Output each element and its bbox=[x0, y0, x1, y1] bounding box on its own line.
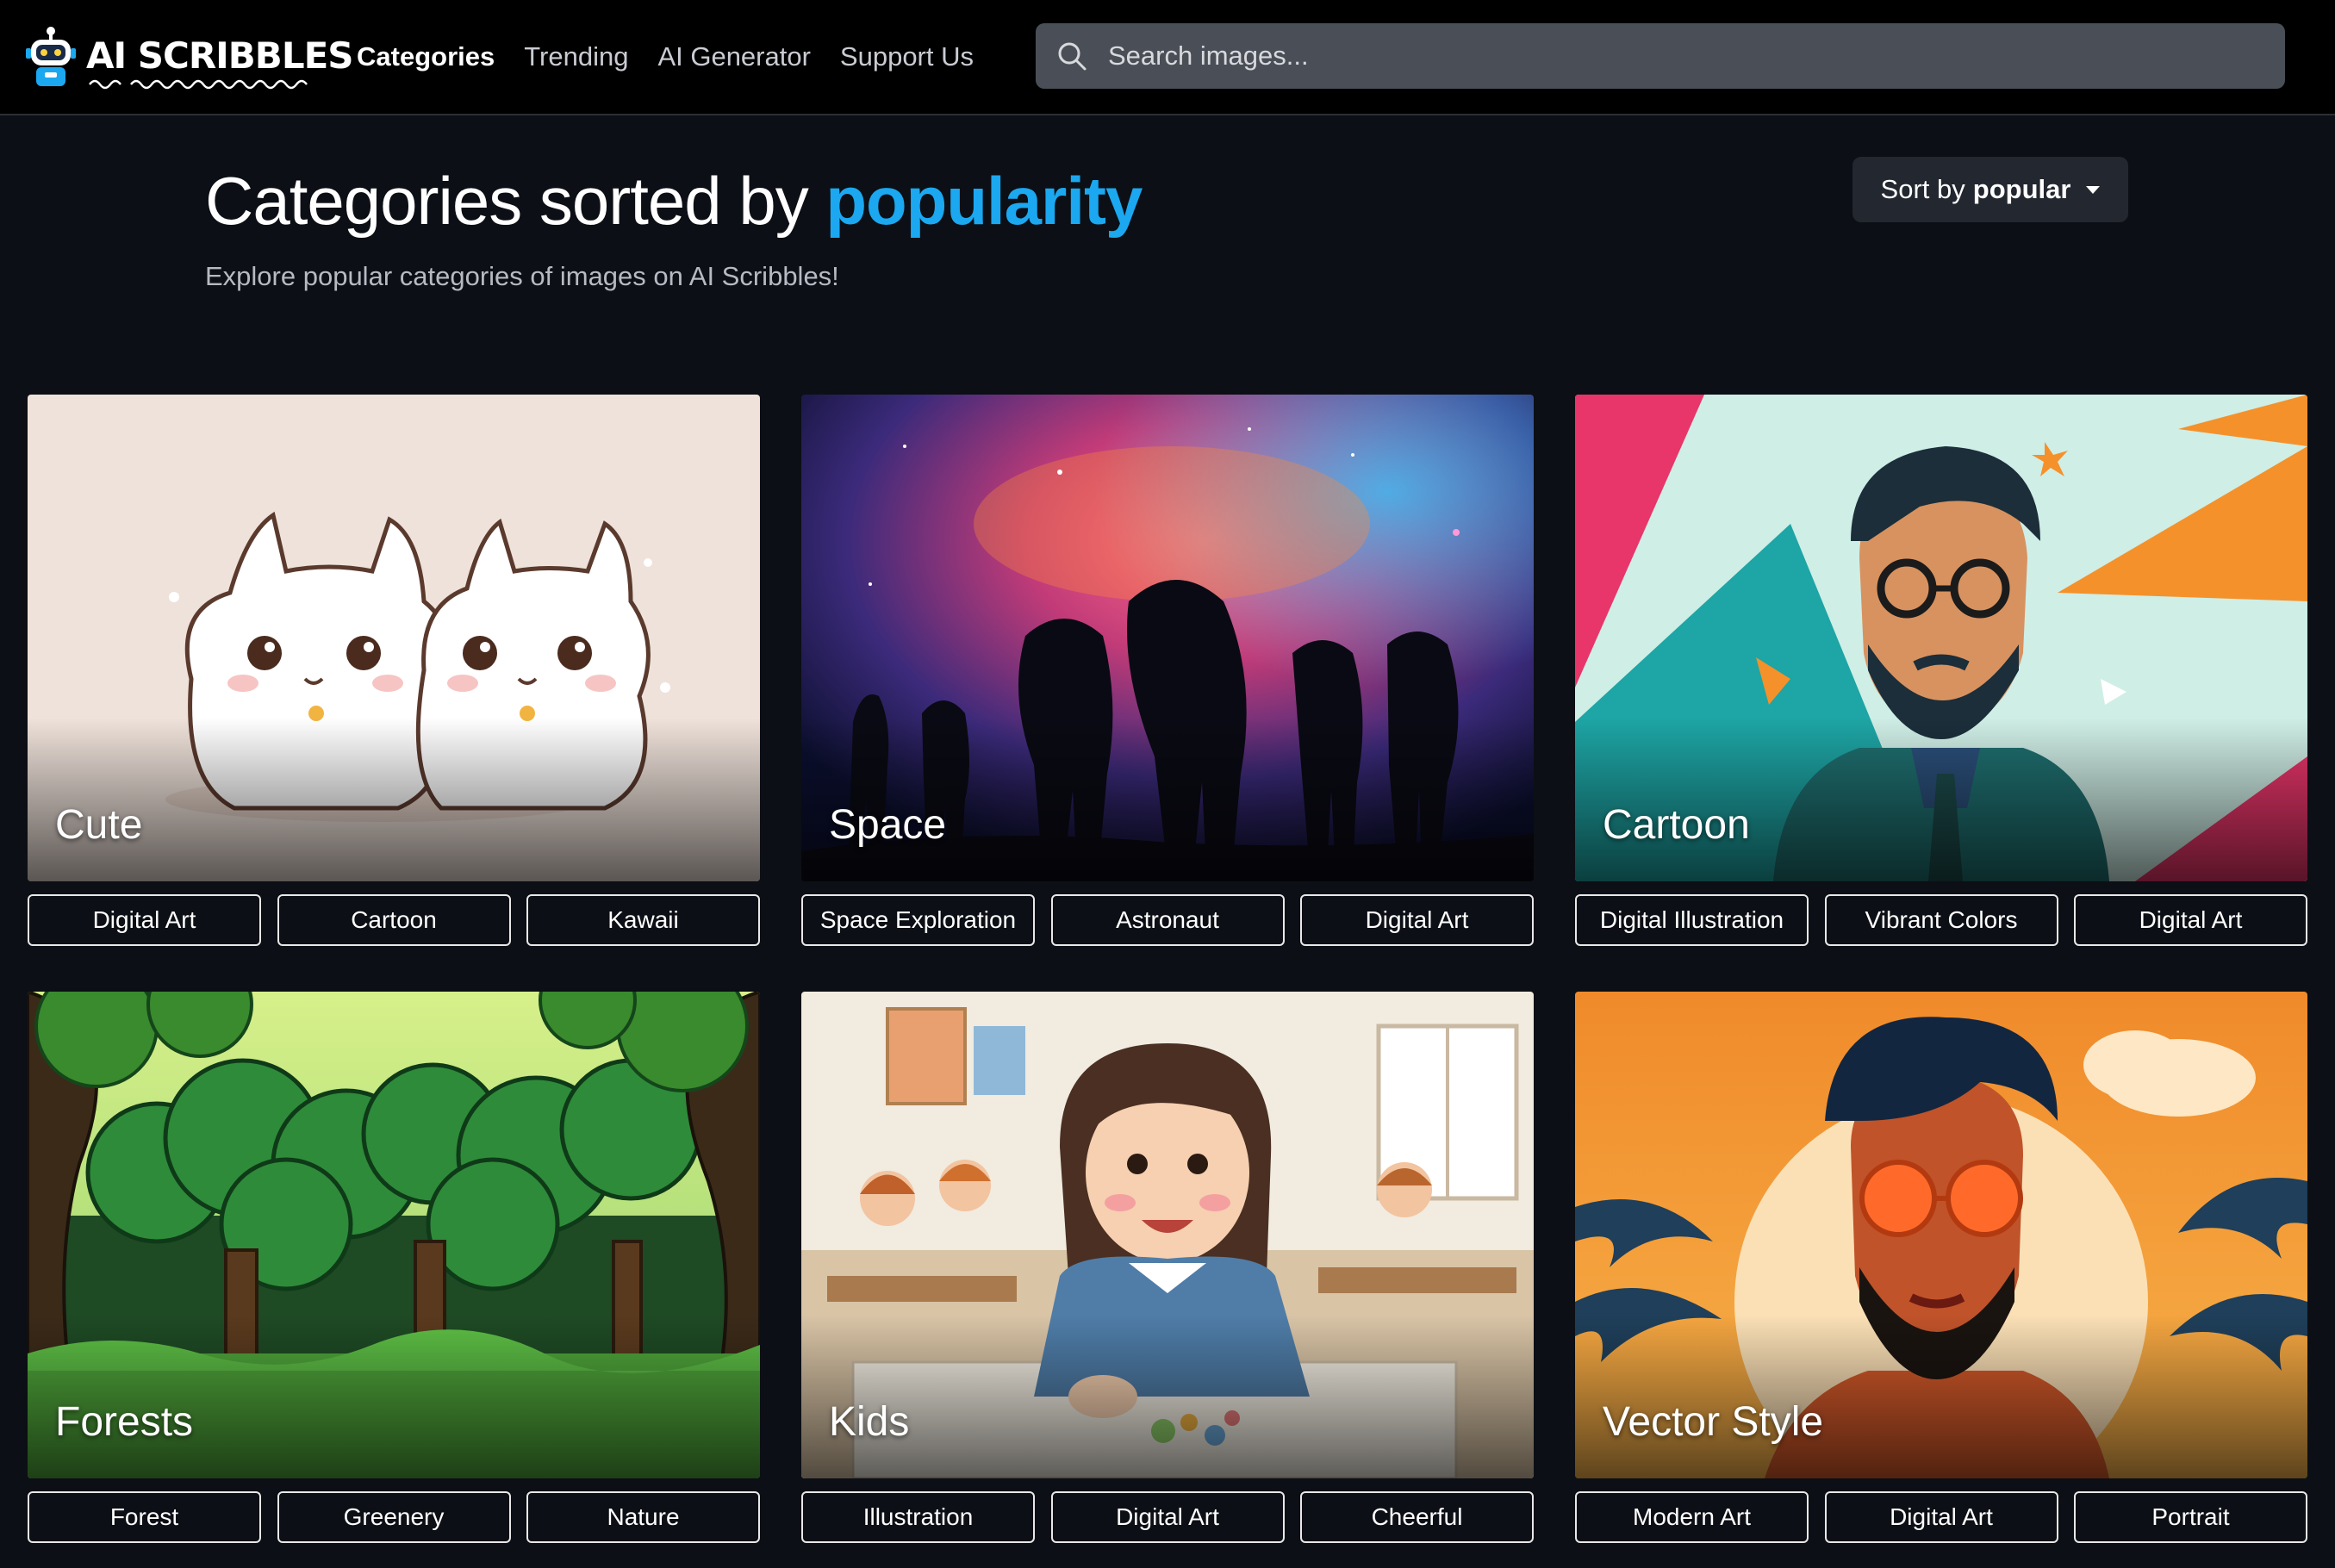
tag-button[interactable]: Greenery bbox=[277, 1491, 511, 1543]
search-input[interactable] bbox=[1106, 29, 2285, 83]
tag-button[interactable]: Digital Art bbox=[1824, 1491, 2058, 1543]
category-thumbnail[interactable]: Kids bbox=[801, 992, 1534, 1478]
tag-button[interactable]: Forest bbox=[28, 1491, 261, 1543]
category-thumbnail[interactable]: Space bbox=[801, 395, 1534, 881]
sort-prefix: Sort by bbox=[1880, 174, 1965, 204]
thumbnail-shade bbox=[801, 718, 1534, 881]
page-title-prefix: Categories sorted by bbox=[205, 163, 809, 239]
category-title: Space bbox=[829, 802, 947, 848]
search-bar[interactable] bbox=[1036, 23, 2285, 89]
tag-button[interactable]: Nature bbox=[526, 1491, 760, 1543]
category-tags: Digital Illustration Vibrant Colors Digi… bbox=[1575, 894, 2307, 949]
category-card[interactable]: Cute Digital Art Cartoon Kawaii bbox=[28, 395, 760, 950]
category-title: Cartoon bbox=[1603, 802, 1750, 848]
category-tags: Digital Art Cartoon Kawaii bbox=[28, 894, 760, 949]
page-title-accent: popularity bbox=[825, 163, 1143, 239]
tag-button[interactable]: Kawaii bbox=[526, 894, 760, 946]
tag-button[interactable]: Space Exploration bbox=[801, 894, 1035, 946]
sort-value: popular bbox=[1972, 174, 2071, 204]
nav-categories[interactable]: Categories bbox=[357, 41, 495, 72]
category-card[interactable]: Forests Forest Greenery Nature bbox=[28, 992, 760, 1547]
main-nav: Categories Trending AI Generator Support… bbox=[357, 0, 1003, 114]
category-tags: Forest Greenery Nature bbox=[28, 1491, 760, 1546]
scribble-underline-icon bbox=[89, 79, 308, 90]
tag-button[interactable]: Portrait bbox=[2074, 1491, 2307, 1543]
category-card[interactable]: Cartoon Digital Illustration Vibrant Col… bbox=[1575, 395, 2307, 950]
sort-dropdown-button[interactable]: Sort by popular bbox=[1852, 157, 2128, 222]
search-icon bbox=[1058, 42, 1087, 71]
tag-button[interactable]: Digital Art bbox=[1300, 894, 1534, 946]
category-card[interactable]: Vector Style Modern Art Digital Art Port… bbox=[1575, 992, 2307, 1547]
category-thumbnail[interactable]: Vector Style bbox=[1575, 992, 2307, 1478]
category-card[interactable]: Space Space Exploration Astronaut Digita… bbox=[801, 395, 1534, 950]
tag-button[interactable]: Modern Art bbox=[1575, 1491, 1809, 1543]
category-thumbnail[interactable]: Cute bbox=[28, 395, 760, 881]
tag-button[interactable]: Cheerful bbox=[1300, 1491, 1534, 1543]
page-title: Categories sorted by popularity bbox=[205, 162, 1143, 240]
brand-name: AI SCRIBBLES bbox=[86, 34, 354, 77]
tag-button[interactable]: Vibrant Colors bbox=[1824, 894, 2058, 946]
thumbnail-shade bbox=[28, 1315, 760, 1478]
category-title: Vector Style bbox=[1603, 1399, 1824, 1445]
thumbnail-shade bbox=[801, 1315, 1534, 1478]
category-tags: Modern Art Digital Art Portrait bbox=[1575, 1491, 2307, 1546]
nav-ai-generator[interactable]: AI Generator bbox=[657, 41, 810, 72]
tag-button[interactable]: Digital Art bbox=[2074, 894, 2307, 946]
top-navbar: AI SCRIBBLES Categories Trending AI Gene… bbox=[0, 0, 2335, 115]
tag-button[interactable]: Digital Art bbox=[1050, 1491, 1285, 1543]
category-tags: Illustration Digital Art Cheerful bbox=[801, 1491, 1534, 1546]
tag-button[interactable]: Digital Art bbox=[28, 894, 261, 946]
page-subtitle: Explore popular categories of images on … bbox=[205, 261, 839, 291]
category-title: Forests bbox=[55, 1399, 194, 1445]
thumbnail-shade bbox=[28, 718, 760, 881]
tag-button[interactable]: Cartoon bbox=[277, 894, 511, 946]
tag-button[interactable]: Digital Illustration bbox=[1575, 894, 1809, 946]
tag-button[interactable]: Astronaut bbox=[1050, 894, 1285, 946]
category-thumbnail[interactable]: Forests bbox=[28, 992, 760, 1478]
category-title: Cute bbox=[55, 802, 143, 848]
category-tags: Space Exploration Astronaut Digital Art bbox=[801, 894, 1534, 949]
thumbnail-shade bbox=[1575, 718, 2307, 881]
thumbnail-shade bbox=[1575, 1315, 2307, 1478]
category-card[interactable]: Kids Illustration Digital Art Cheerful bbox=[801, 992, 1534, 1547]
brand-logo[interactable]: AI SCRIBBLES bbox=[26, 24, 354, 90]
category-title: Kids bbox=[829, 1399, 910, 1445]
robot-logo-icon bbox=[26, 27, 76, 86]
nav-support-us[interactable]: Support Us bbox=[840, 41, 974, 72]
tag-button[interactable]: Illustration bbox=[801, 1491, 1035, 1543]
category-thumbnail[interactable]: Cartoon bbox=[1575, 395, 2307, 881]
chevron-down-icon bbox=[2086, 185, 2101, 194]
nav-trending[interactable]: Trending bbox=[524, 41, 628, 72]
